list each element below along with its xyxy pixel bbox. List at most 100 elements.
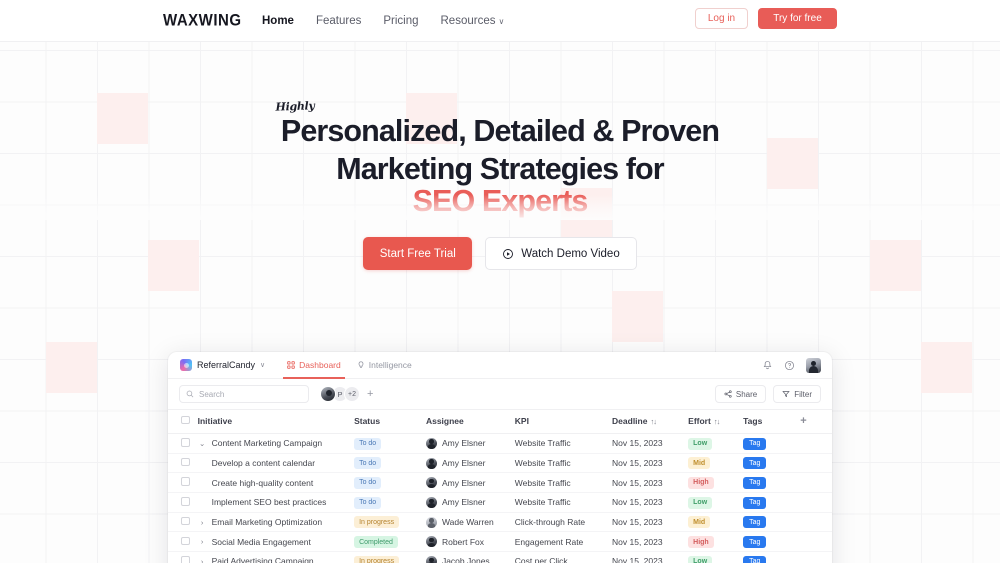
chevron-down-icon[interactable]: ⌄ [198,439,207,448]
nav-link-features[interactable]: Features [316,15,361,27]
status-badge[interactable]: To do [354,496,382,509]
row-select-cell [168,433,198,454]
effort-badge[interactable]: High [688,536,714,549]
start-free-trial-button[interactable]: Start Free Trial [363,237,473,270]
log-in-button[interactable]: Log in [695,8,748,29]
nav-link-pricing[interactable]: Pricing [383,15,418,27]
tag-chip[interactable]: Tag [743,516,767,529]
column-status[interactable]: Status [354,409,426,434]
tag-chip[interactable]: Tag [743,555,767,563]
avatar[interactable] [806,358,821,373]
nav-link-home[interactable]: Home [262,15,294,27]
waxwing-logo[interactable]: WAXWING [163,11,242,30]
column-effort[interactable]: Effort ↑↓ [688,409,744,434]
help-icon[interactable] [784,360,795,371]
tag-chip[interactable]: Tag [743,496,767,509]
try-for-free-button[interactable]: Try for free [758,8,837,29]
effort-badge[interactable]: Mid [688,457,711,470]
tag-chip[interactable]: Tag [743,536,767,549]
tab-intelligence[interactable]: Intelligence [357,352,412,379]
column-kpi[interactable]: KPI [514,409,613,434]
cell-assignee: Wade Warren [425,512,515,533]
tag-chip[interactable]: Tag [743,457,767,470]
cell-effort: High [688,531,744,553]
row-select-cell [168,531,198,553]
cell-spacer [800,453,832,474]
row-checkbox[interactable] [181,556,190,563]
cell-assignee: Amy Elsner [425,433,515,454]
tag-chip[interactable]: Tag [743,437,767,450]
effort-badge[interactable]: Low [688,555,713,563]
effort-badge[interactable]: Low [688,437,713,450]
chevron-right-icon[interactable]: › [198,537,207,546]
search-input[interactable]: Search [179,385,309,403]
collaborator-avatar-1[interactable] [320,386,336,402]
bell-icon[interactable] [762,360,773,371]
column-deadline[interactable]: Deadline ↑↓ [612,409,689,434]
cell-assignee: Amy Elsner [425,492,515,513]
assignee-name: Amy Elsner [441,477,486,488]
row-checkbox[interactable] [181,457,190,467]
filter-button[interactable]: Filter [773,385,821,403]
status-badge[interactable]: In progress [354,516,400,529]
chevron-down-icon: ∨ [498,17,505,26]
sort-icon[interactable]: ↑↓ [650,417,656,426]
cell-kpi: Cost per Click [514,551,613,563]
status-badge[interactable]: To do [354,437,382,450]
table-row[interactable]: › Social Media Engagement Completed Robert … [168,531,832,553]
watch-demo-video-button[interactable]: Watch Demo Video [485,237,637,270]
table-row[interactable]: ⌄ Content Marketing Campaign To do Amy Elsn… [168,433,832,454]
tab-intelligence-label: Intelligence [368,360,412,370]
chevron-right-icon[interactable]: › [198,557,207,563]
table-row[interactable]: Implement SEO best practices To do Amy Els… [168,492,832,513]
nav-link-label: Home [262,15,294,27]
effort-badge[interactable]: Mid [688,516,711,529]
assignee-avatar[interactable] [425,496,437,508]
row-checkbox[interactable] [181,497,190,506]
nav-link-resources[interactable]: Resources ∨ [441,15,505,27]
share-button[interactable]: Share [714,385,767,403]
assignee-avatar[interactable] [425,516,437,528]
row-checkbox[interactable] [181,438,190,447]
assignee-avatar[interactable] [425,477,437,489]
cell-initiative: Implement SEO best practices [197,492,355,513]
tab-dashboard[interactable]: Dashboard [283,352,345,379]
column-initiative[interactable]: Initiative [197,409,355,434]
table-row[interactable]: Create high-quality content To do Amy Elsn… [168,472,832,494]
add-column-button[interactable]: + [800,415,806,427]
nav-link-label: Features [315,15,362,27]
column-tags[interactable]: Tags [743,409,801,434]
add-member-button[interactable]: + [367,388,373,400]
table-row[interactable]: › Email Marketing Optimization In progress… [168,512,832,533]
workspace-switcher[interactable]: ReferralCandy ∨ [180,359,265,371]
effort-badge[interactable]: Low [688,496,713,509]
bulb-icon [357,361,365,369]
table-body: ⌄ Content Marketing Campaign To do Amy Elsn… [168,433,832,563]
collaborator-overflow-count[interactable]: +2 [344,386,360,402]
effort-badge[interactable]: High [688,476,714,489]
status-badge[interactable]: In progress [354,555,400,563]
column-add[interactable]: + [800,409,832,434]
cell-initiative: › Paid Advertising Campaign [197,551,355,563]
nav-link-label: Pricing [383,15,419,27]
row-checkbox[interactable] [181,536,190,546]
row-checkbox[interactable] [181,516,190,526]
cell-tags: Tag [743,433,801,454]
status-badge[interactable]: Completed [354,536,398,549]
table-row[interactable]: Develop a content calendar To do Amy Elsne… [168,453,832,474]
status-badge[interactable]: To do [354,457,382,470]
column-assignee[interactable]: Assignee [425,409,515,434]
sort-icon[interactable]: ↑↓ [714,417,720,426]
assignee-avatar[interactable] [425,555,437,563]
assignee-avatar[interactable] [425,457,437,469]
chevron-right-icon[interactable]: › [198,518,207,527]
row-checkbox[interactable] [181,477,190,486]
select-all-checkbox[interactable] [181,415,190,425]
assignee-avatar[interactable] [425,536,437,548]
assignee-avatar[interactable] [425,437,437,449]
initiative-name: Implement SEO best practices [211,497,327,508]
tag-chip[interactable]: Tag [743,476,767,489]
table-row[interactable]: › Paid Advertising Campaign In progress Jac… [168,551,832,563]
share-icon [724,390,732,398]
status-badge[interactable]: To do [354,476,382,489]
